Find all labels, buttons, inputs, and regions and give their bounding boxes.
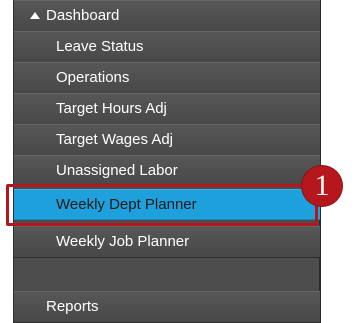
menu-item-target-wages-adj[interactable]: Target Wages Adj [14, 124, 320, 156]
menu-item-label: Weekly Dept Planner [56, 196, 197, 213]
menu-item-label: Weekly Job Planner [56, 233, 190, 250]
menu-item-reports[interactable]: Reports [14, 291, 320, 323]
menu-item-target-hours-adj[interactable]: Target Hours Adj [14, 93, 320, 125]
menu-item-label: Target Hours Adj [56, 100, 167, 117]
menu-item-label: Dashboard [46, 7, 120, 24]
menu-item-operations[interactable]: Operations [14, 62, 320, 94]
menu-item-label: Operations [56, 69, 130, 86]
menu-item-weekly-dept-planner[interactable]: Weekly Dept Planner [14, 189, 320, 220]
menu-item-weekly-job-planner[interactable]: Weekly Job Planner [14, 226, 320, 258]
menu-item-label: Target Wages Adj [56, 131, 174, 148]
navigation-menu: Dashboard Leave Status Operations Target… [13, 0, 321, 323]
menu-item-label: Leave Status [56, 38, 144, 55]
expand-triangle-icon[interactable] [30, 12, 40, 19]
step-callout-badge: 1 [302, 166, 342, 206]
menu-item-dashboard[interactable]: Dashboard [14, 0, 320, 32]
menu-item-label: Unassigned Labor [56, 162, 178, 179]
menu-item-label: Reports [46, 298, 99, 315]
menu-item-unassigned-labor[interactable]: Unassigned Labor [14, 155, 320, 187]
menu-item-leave-status[interactable]: Leave Status [14, 31, 320, 63]
